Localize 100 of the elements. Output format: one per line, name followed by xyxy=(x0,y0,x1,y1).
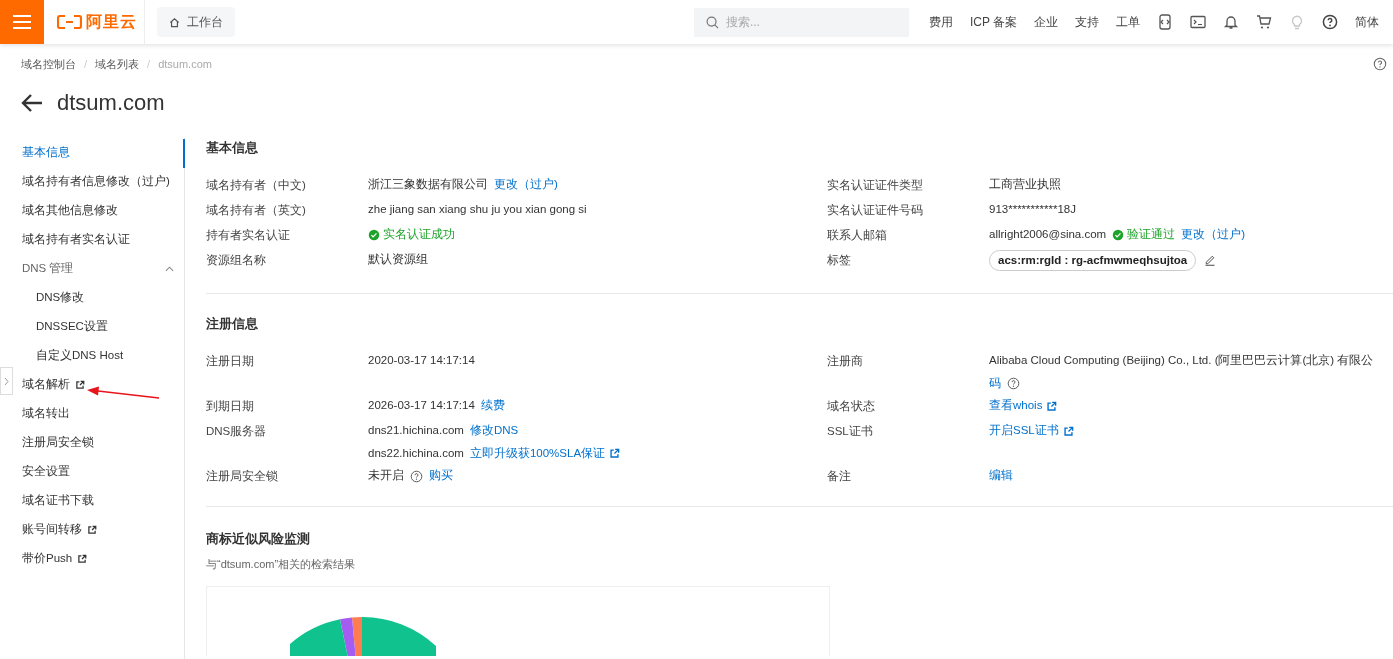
field-label: 注册局安全锁 xyxy=(206,468,279,484)
status-text: 实名认证成功 xyxy=(383,227,455,243)
nav-link[interactable]: 支持 xyxy=(1075,13,1099,31)
check-circle-icon xyxy=(1112,229,1125,241)
external-link-icon xyxy=(609,448,621,459)
field-value: dns22.hichina.com xyxy=(368,445,464,461)
field-value: Alibaba Cloud Computing (Beijing) Co., Ltd. (阿里巴巴云计算(北京) 有限公 xyxy=(989,353,1374,369)
sidebar-item[interactable]: 域名证书下载 xyxy=(22,486,184,516)
field-link[interactable]: 购买 xyxy=(429,467,453,485)
field-label: 备注 xyxy=(827,468,852,484)
sidebar-item[interactable]: 带价Push xyxy=(22,544,184,574)
field-value: zhe jiang san xiang shu ju you xian gong si xyxy=(368,202,587,218)
logo-text: 阿里云 xyxy=(86,12,137,32)
nav-link[interactable]: 费用 xyxy=(928,13,953,31)
field-link[interactable]: 立即升级获100%SLA保证 xyxy=(469,444,621,463)
back-arrow-icon[interactable] xyxy=(21,93,43,112)
help-icon[interactable] xyxy=(1007,377,1020,390)
help-icon[interactable] xyxy=(410,469,423,483)
field-value: 工商营业执照 xyxy=(989,177,1061,193)
field-label: 域名持有者（中文) xyxy=(206,177,307,193)
search-field[interactable]: 搜索... xyxy=(693,7,909,37)
language-link[interactable]: 简体 xyxy=(1355,13,1379,31)
external-link-icon xyxy=(87,525,97,535)
section-subtitle: 与“dtsum.com”相关的检索结果 xyxy=(206,556,357,572)
cart-icon[interactable] xyxy=(1256,14,1272,30)
field-label: 实名认证证件号码 xyxy=(827,202,924,218)
section-title: 商标近似风险监测 xyxy=(206,530,311,547)
field-link[interactable]: 续费 xyxy=(480,397,505,415)
field-value: 2020-03-17 14:17:14 xyxy=(368,353,475,369)
sidebar-item[interactable]: DNS修改 xyxy=(36,283,184,313)
breadcrumb-separator: / xyxy=(147,57,151,72)
chevron-up-icon xyxy=(165,266,174,272)
field-link[interactable]: 开启SSL证书 xyxy=(989,422,1074,440)
field-label: 标签 xyxy=(827,252,852,268)
chevron-right-icon xyxy=(4,376,9,386)
sidebar-item[interactable]: DNSSEC设置 xyxy=(36,312,184,342)
breadcrumb-link[interactable]: 域名列表 xyxy=(95,56,140,73)
field-label: DNS服务器 xyxy=(206,423,268,439)
field-value: allright2006@sina.com xyxy=(989,227,1107,243)
page-title: dtsum.com xyxy=(57,89,165,117)
field-link[interactable]: 更改（过户) xyxy=(494,176,558,194)
sidebar-item[interactable]: 安全设置 xyxy=(22,457,184,487)
pencil-icon[interactable] xyxy=(1204,254,1217,266)
sidebar-item[interactable]: 域名其他信息修改 xyxy=(22,196,184,226)
sidebar-item[interactable]: 域名持有者信息修改（过户) xyxy=(22,167,184,197)
sidebar-item[interactable]: 域名持有者实名认证 xyxy=(22,225,184,255)
sidebar-group[interactable]: DNS 管理 xyxy=(22,254,184,284)
field-label: 到期日期 xyxy=(206,398,255,414)
bell-icon[interactable] xyxy=(1223,14,1239,30)
workbench-button[interactable]: 工作台 xyxy=(157,7,235,37)
field-link[interactable]: 查看whois xyxy=(989,397,1058,415)
breadcrumb-link[interactable]: 域名控制台 xyxy=(21,56,76,73)
field-link[interactable]: 码 xyxy=(989,374,1001,393)
check-circle-icon xyxy=(368,229,380,241)
field-label: SSL证书 xyxy=(827,423,874,439)
field-link[interactable]: 更改（过户) xyxy=(1181,226,1245,244)
menu-button[interactable] xyxy=(0,0,44,44)
breadcrumb-current: dtsum.com xyxy=(158,57,212,72)
field-label: 注册商 xyxy=(827,353,864,369)
sidebar-item[interactable]: 注册局安全锁 xyxy=(22,428,184,458)
field-label: 域名状态 xyxy=(827,398,876,414)
field-value: 913***********18J xyxy=(989,202,1076,218)
field-label: 注册日期 xyxy=(206,353,255,369)
field-label: 联系人邮箱 xyxy=(827,227,888,243)
section-title: 基本信息 xyxy=(206,139,259,156)
sidebar-item[interactable]: 基本信息 xyxy=(22,138,185,168)
field-value: 浙江三象数据有限公司 xyxy=(368,177,488,193)
help-icon[interactable] xyxy=(1322,14,1338,30)
field-value: 2026-03-17 14:17:14 xyxy=(368,398,475,414)
external-link-icon xyxy=(77,554,88,564)
logo-icon xyxy=(57,15,82,29)
nav-link[interactable]: 企业 xyxy=(1034,13,1058,31)
field-link[interactable]: 修改DNS xyxy=(469,422,519,440)
external-link-icon xyxy=(1046,400,1058,412)
external-link-icon xyxy=(75,380,85,390)
sidebar-item[interactable]: 自定义DNS Host xyxy=(36,341,184,371)
nav-link[interactable]: 工单 xyxy=(1116,13,1140,31)
status-text: 验证通过 xyxy=(1127,227,1176,243)
menu-icon xyxy=(12,14,32,30)
help-icon[interactable] xyxy=(1373,57,1387,72)
sidebar-item[interactable]: 域名转出 xyxy=(22,399,184,429)
home-icon xyxy=(169,16,180,28)
field-value: dns21.hichina.com xyxy=(368,423,464,439)
nav-link[interactable]: ICP 备案 xyxy=(969,13,1017,31)
app-icon[interactable] xyxy=(1157,14,1173,30)
section-title: 注册信息 xyxy=(206,315,259,332)
sidebar-item[interactable]: 账号间转移 xyxy=(22,515,184,545)
field-label: 实名认证证件类型 xyxy=(827,177,924,193)
search-icon xyxy=(705,15,719,29)
breadcrumb-separator: / xyxy=(84,57,88,72)
field-label: 域名持有者（英文) xyxy=(206,202,307,218)
field-label: 资源组名称 xyxy=(206,252,267,268)
collapse-handle[interactable] xyxy=(0,367,13,395)
sidebar-item[interactable]: 域名解析 xyxy=(22,370,184,400)
terminal-icon[interactable] xyxy=(1190,14,1206,30)
field-label: 持有者实名认证 xyxy=(206,227,291,243)
external-link-icon xyxy=(1062,425,1074,437)
field-value: 默认资源组 xyxy=(368,252,428,268)
field-link[interactable]: 编辑 xyxy=(989,467,1013,485)
field-value: 未开启 xyxy=(368,468,404,484)
